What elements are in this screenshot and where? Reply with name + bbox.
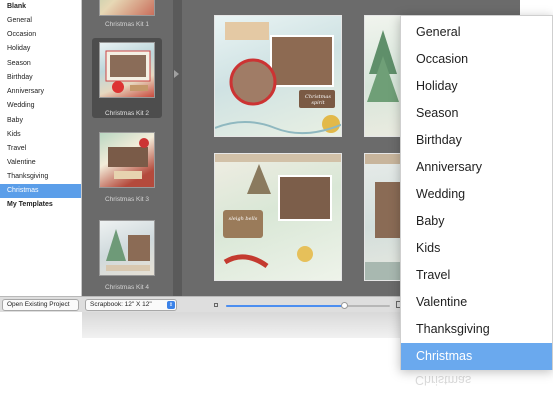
kit-thumbnail [99, 132, 155, 188]
kit-art [106, 229, 150, 271]
menu-item-label: Baby [416, 214, 445, 228]
open-existing-project-button[interactable]: Open Existing Project [2, 299, 79, 311]
select-label: Scrapbook: 12" X 12" [90, 301, 152, 308]
category-wedding[interactable]: Wedding [0, 99, 81, 113]
category-dropdown-menu: General Occasion Holiday Season Birthday… [400, 15, 553, 370]
menu-item-label: Christmas [416, 349, 473, 363]
category-label: Season [7, 60, 31, 67]
category-label: Christmas [7, 187, 39, 194]
kit-thumbnail [99, 220, 155, 276]
kit-label: Christmas Kit 4 [104, 284, 150, 291]
menu-item-label: Kids [416, 241, 441, 255]
category-general[interactable]: General [0, 14, 81, 28]
page-caption: Christmas spirit [305, 94, 331, 106]
category-occasion[interactable]: Occasion [0, 28, 81, 42]
category-label: Baby [7, 117, 23, 124]
menu-item-thanksgiving[interactable]: Thanksgiving [401, 316, 552, 343]
kit-item-2[interactable]: Christmas Kit 2 [92, 38, 162, 118]
kit-item-1[interactable]: Christmas Kit 1 [92, 0, 162, 30]
menu-reflection-label: Christmas [415, 373, 472, 387]
kit-panel-divider[interactable] [173, 0, 182, 296]
menu-item-anniversary[interactable]: Anniversary [401, 154, 552, 181]
category-birthday[interactable]: Birthday [0, 71, 81, 85]
menu-item-label: Holiday [416, 79, 458, 93]
category-valentine[interactable]: Valentine [0, 156, 81, 170]
kit-label: Christmas Kit 3 [104, 196, 150, 203]
category-label: Anniversary [7, 88, 44, 95]
zoom-slider-knob[interactable] [341, 302, 349, 309]
menu-item-label: General [416, 25, 461, 39]
button-label: Open Existing Project [7, 301, 70, 308]
category-kids[interactable]: Kids [0, 128, 81, 142]
category-label: Birthday [7, 74, 33, 81]
category-label: Kids [7, 131, 21, 138]
scrapbook-size-select[interactable]: Scrapbook: 12" X 12" ⇕ [85, 299, 177, 311]
zoom-slider[interactable] [226, 302, 390, 309]
menu-item-label: Occasion [416, 52, 469, 66]
kit-art [105, 50, 151, 93]
zoom-slider-fill [226, 305, 345, 307]
menu-item-label: Valentine [416, 295, 468, 309]
category-my-templates[interactable]: My Templates [0, 198, 81, 212]
kit-thumbnail [99, 0, 155, 16]
category-label: My Templates [7, 201, 53, 208]
menu-item-general[interactable]: General [401, 19, 552, 46]
menu-item-season[interactable]: Season [401, 100, 552, 127]
menu-item-label: Anniversary [416, 160, 482, 174]
chevron-updown-icon: ⇕ [167, 301, 175, 309]
template-page-1[interactable]: Christmas spirit [214, 15, 342, 137]
menu-item-occasion[interactable]: Occasion [401, 46, 552, 73]
category-sidebar: Blank General Occasion Holiday Season Bi… [0, 0, 82, 296]
menu-item-holiday[interactable]: Holiday [401, 73, 552, 100]
menu-reflection: Christmas [400, 370, 553, 400]
menu-item-birthday[interactable]: Birthday [401, 127, 552, 154]
menu-item-label: Season [416, 106, 459, 120]
kit-thumbnail-strip: Christmas Kit 1 Christmas Kit 2 Christma… [82, 0, 173, 296]
category-label: Valentine [7, 159, 36, 166]
app-screenshot: Blank General Occasion Holiday Season Bi… [0, 0, 553, 400]
chevron-right-icon [174, 70, 179, 78]
menu-item-travel[interactable]: Travel [401, 262, 552, 289]
menu-item-kids[interactable]: Kids [401, 235, 552, 262]
category-holiday[interactable]: Holiday [0, 42, 81, 56]
category-label: Travel [7, 145, 27, 152]
category-label: Holiday [7, 45, 31, 52]
menu-item-label: Travel [416, 268, 451, 282]
template-page-3[interactable]: sleigh bells [214, 153, 342, 281]
menu-item-label: Birthday [416, 133, 462, 147]
kit-item-4[interactable]: Christmas Kit 4 [92, 220, 162, 296]
category-label: Wedding [7, 102, 35, 109]
kit-item-3[interactable]: Christmas Kit 3 [92, 132, 162, 208]
kit-label: Christmas Kit 2 [104, 110, 150, 117]
menu-item-christmas[interactable]: Christmas [401, 343, 552, 370]
category-baby[interactable]: Baby [0, 114, 81, 128]
menu-item-valentine[interactable]: Valentine [401, 289, 552, 316]
category-travel[interactable]: Travel [0, 142, 81, 156]
menu-item-label: Wedding [416, 187, 466, 201]
category-label: Blank [7, 3, 27, 10]
category-season[interactable]: Season [0, 57, 81, 71]
category-label: Thanksgiving [7, 173, 49, 180]
kit-thumbnail [99, 42, 155, 98]
category-christmas[interactable]: Christmas [0, 184, 81, 198]
menu-item-baby[interactable]: Baby [401, 208, 552, 235]
category-label: Occasion [7, 31, 37, 38]
category-thanksgiving[interactable]: Thanksgiving [0, 170, 81, 184]
page-art [215, 22, 341, 135]
category-anniversary[interactable]: Anniversary [0, 85, 81, 99]
category-label: General [7, 17, 32, 24]
menu-item-wedding[interactable]: Wedding [401, 181, 552, 208]
page-caption: sleigh bells [228, 216, 258, 222]
kit-label: Christmas Kit 1 [104, 21, 150, 28]
kit-art [108, 138, 149, 179]
category-blank[interactable]: Blank [0, 0, 81, 14]
zoom-out-icon[interactable] [214, 303, 218, 307]
menu-item-label: Thanksgiving [416, 322, 490, 336]
